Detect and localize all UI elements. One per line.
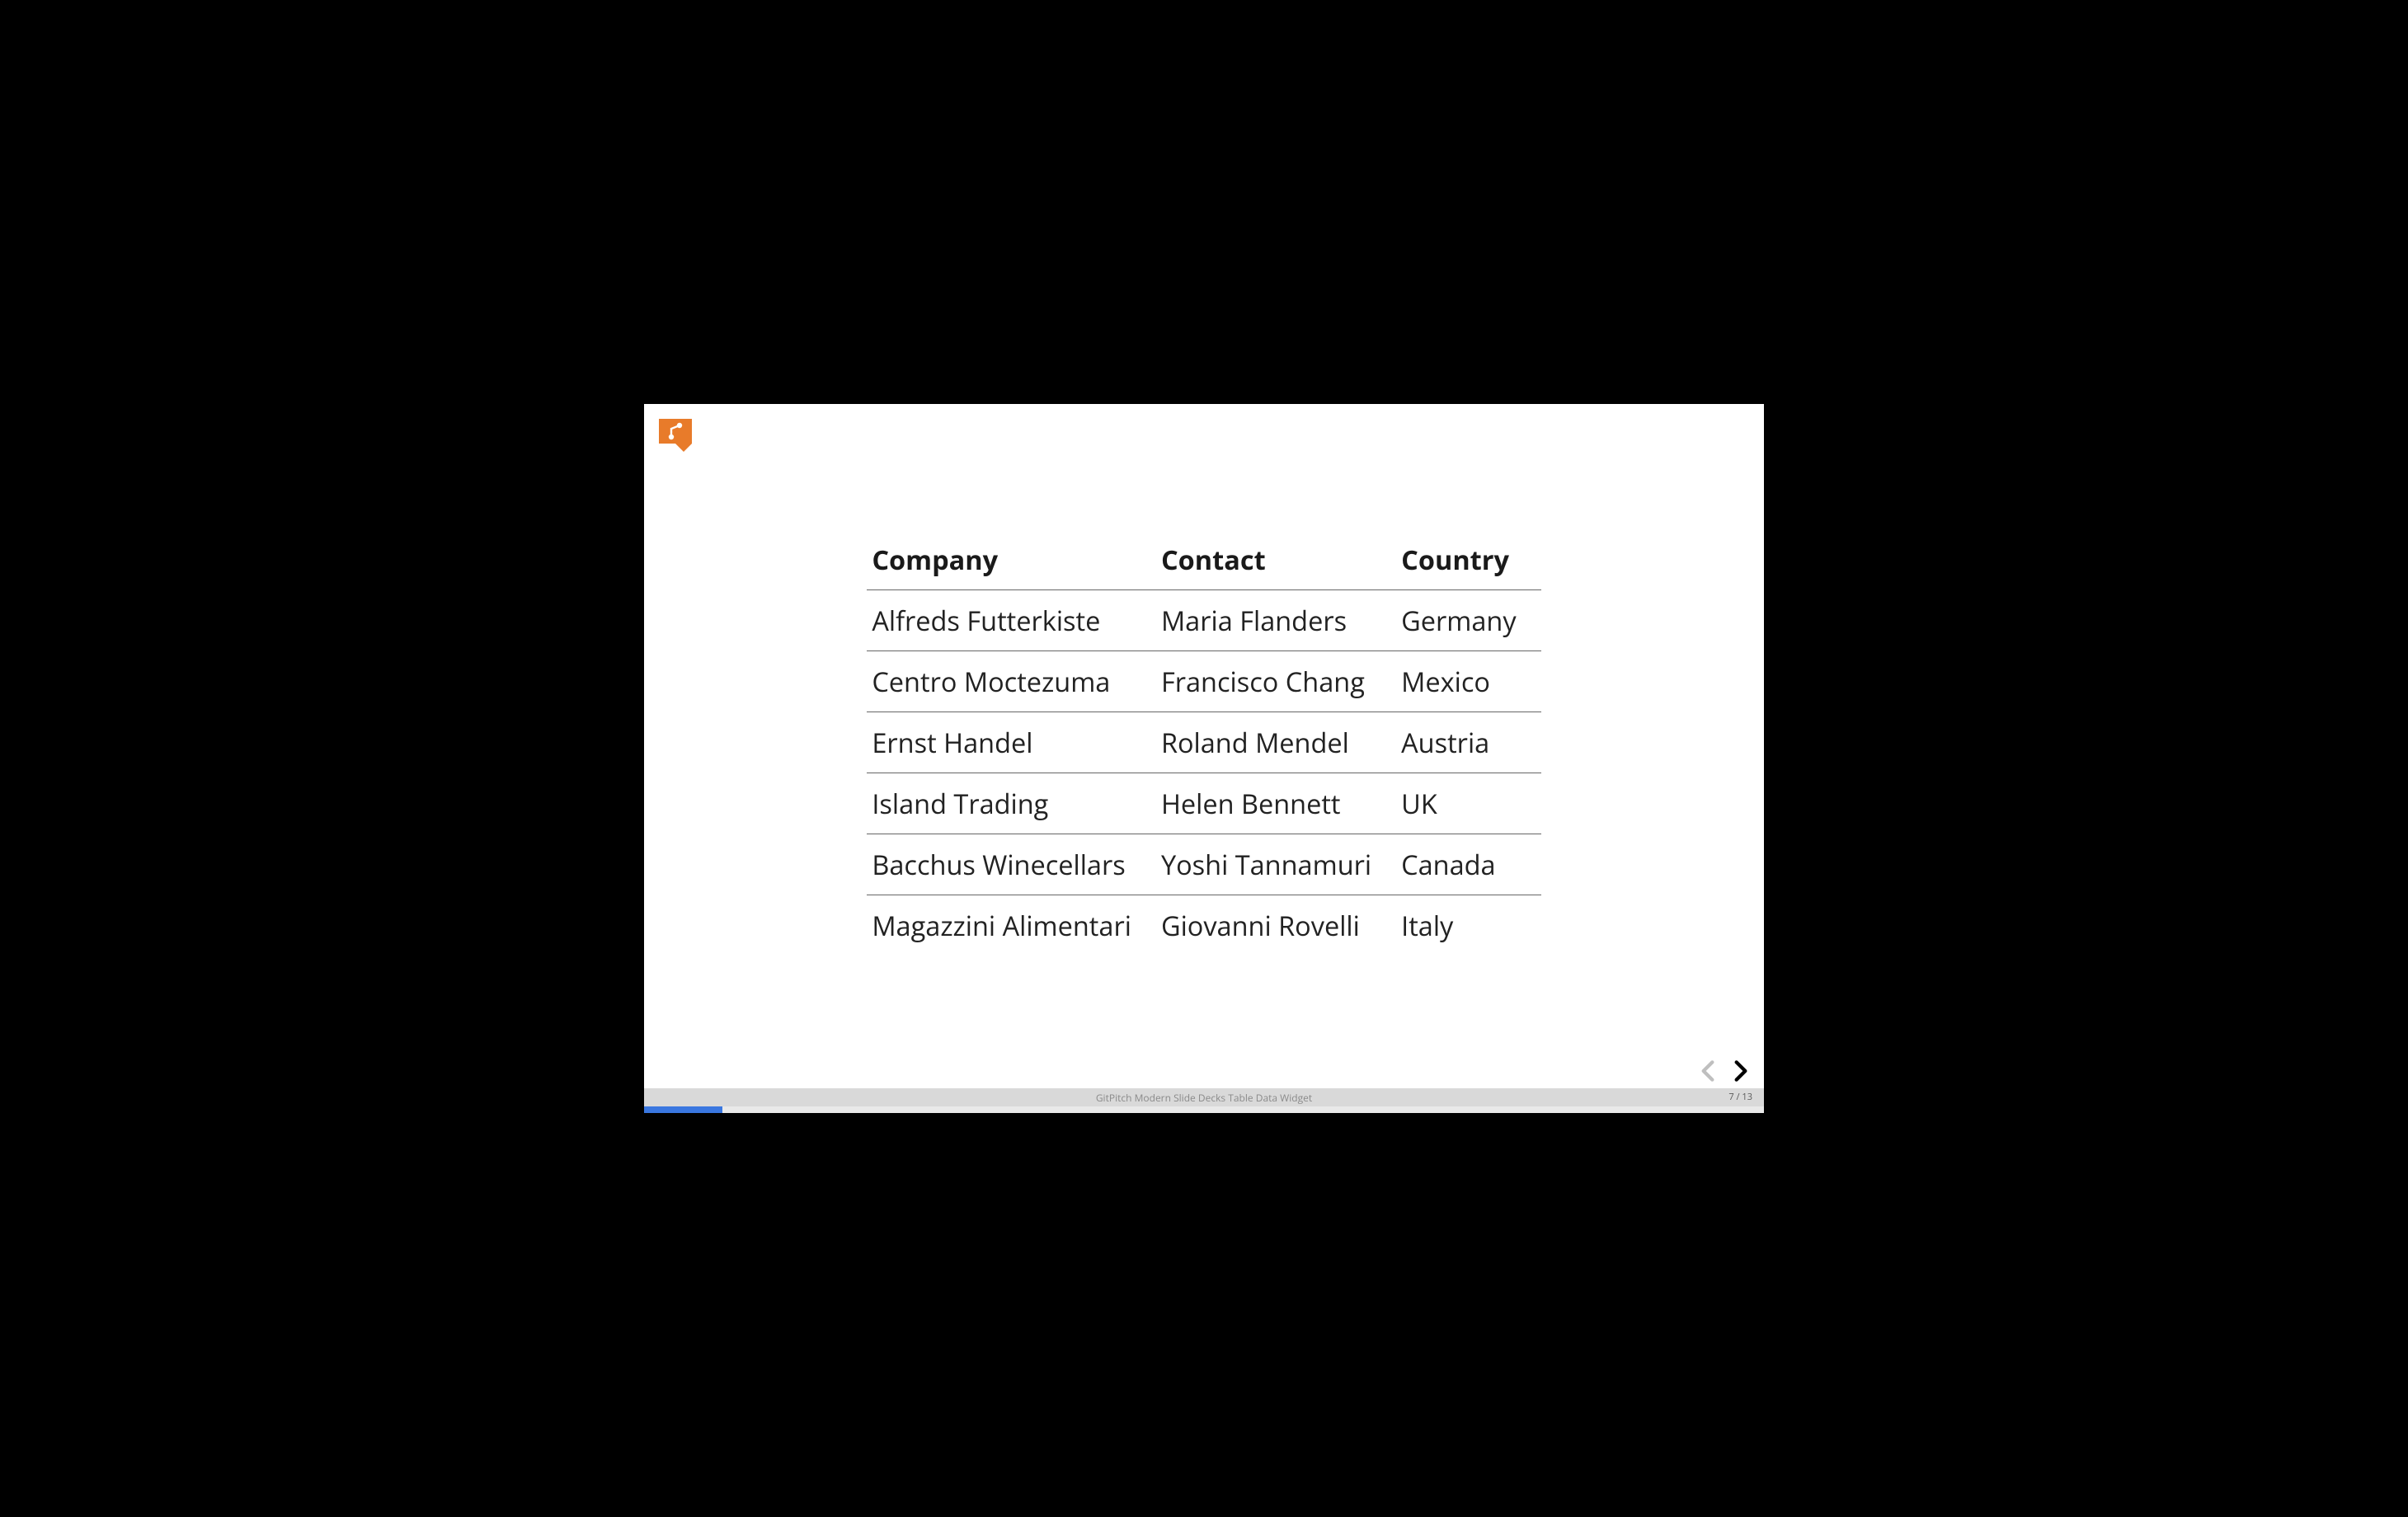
table-cell: Yoshi Tannamuri [1156, 834, 1396, 895]
table-cell: Mexico [1396, 650, 1541, 712]
table-row: Centro MoctezumaFrancisco ChangMexico [867, 650, 1540, 712]
slide: Company Contact Country Alfreds Futterki… [644, 404, 1764, 1113]
chevron-left-icon [1695, 1058, 1721, 1087]
table-cell: Giovanni Rovelli [1156, 895, 1396, 956]
progress-track[interactable] [644, 1106, 1764, 1113]
table-row: Bacchus WinecellarsYoshi TannamuriCanada [867, 834, 1540, 895]
table-cell: Centro Moctezuma [867, 650, 1156, 712]
next-slide-button[interactable] [1728, 1058, 1754, 1087]
table-cell: Roland Mendel [1156, 712, 1396, 773]
table-cell: Italy [1396, 895, 1541, 956]
table-row: Island TradingHelen BennettUK [867, 773, 1540, 834]
footer-caption: GitPitch Modern Slide Decks Table Data W… [1096, 1091, 1312, 1105]
table-cell: Island Trading [867, 773, 1156, 834]
table-cell: Maria Flanders [1156, 589, 1396, 650]
table-header-row: Company Contact Country [867, 529, 1540, 590]
table-cell: Francisco Chang [1156, 650, 1396, 712]
page-counter: 7 / 13 [1728, 1091, 1752, 1103]
col-header-company: Company [867, 529, 1156, 590]
table-cell: UK [1396, 773, 1541, 834]
data-table: Company Contact Country Alfreds Futterki… [867, 529, 1540, 956]
table-cell: Helen Bennett [1156, 773, 1396, 834]
prev-slide-button[interactable] [1695, 1058, 1721, 1087]
table-cell: Ernst Handel [867, 712, 1156, 773]
chevron-right-icon [1728, 1058, 1754, 1087]
table-cell: Magazzini Alimentari [867, 895, 1156, 956]
nav-controls [1695, 1058, 1754, 1087]
table-cell: Alfreds Futterkiste [867, 589, 1156, 650]
gitpitch-logo-icon [657, 417, 694, 453]
table-cell: Germany [1396, 589, 1541, 650]
col-header-contact: Contact [1156, 529, 1396, 590]
progress-fill [644, 1106, 722, 1113]
slide-content: Company Contact Country Alfreds Futterki… [644, 404, 1764, 1113]
table-cell: Canada [1396, 834, 1541, 895]
footer-bar: GitPitch Modern Slide Decks Table Data W… [644, 1088, 1764, 1106]
table-row: Magazzini AlimentariGiovanni RovelliItal… [867, 895, 1540, 956]
table-cell: Bacchus Winecellars [867, 834, 1156, 895]
table-row: Ernst HandelRoland MendelAustria [867, 712, 1540, 773]
table-row: Alfreds FutterkisteMaria FlandersGermany [867, 589, 1540, 650]
table-cell: Austria [1396, 712, 1541, 773]
col-header-country: Country [1396, 529, 1541, 590]
